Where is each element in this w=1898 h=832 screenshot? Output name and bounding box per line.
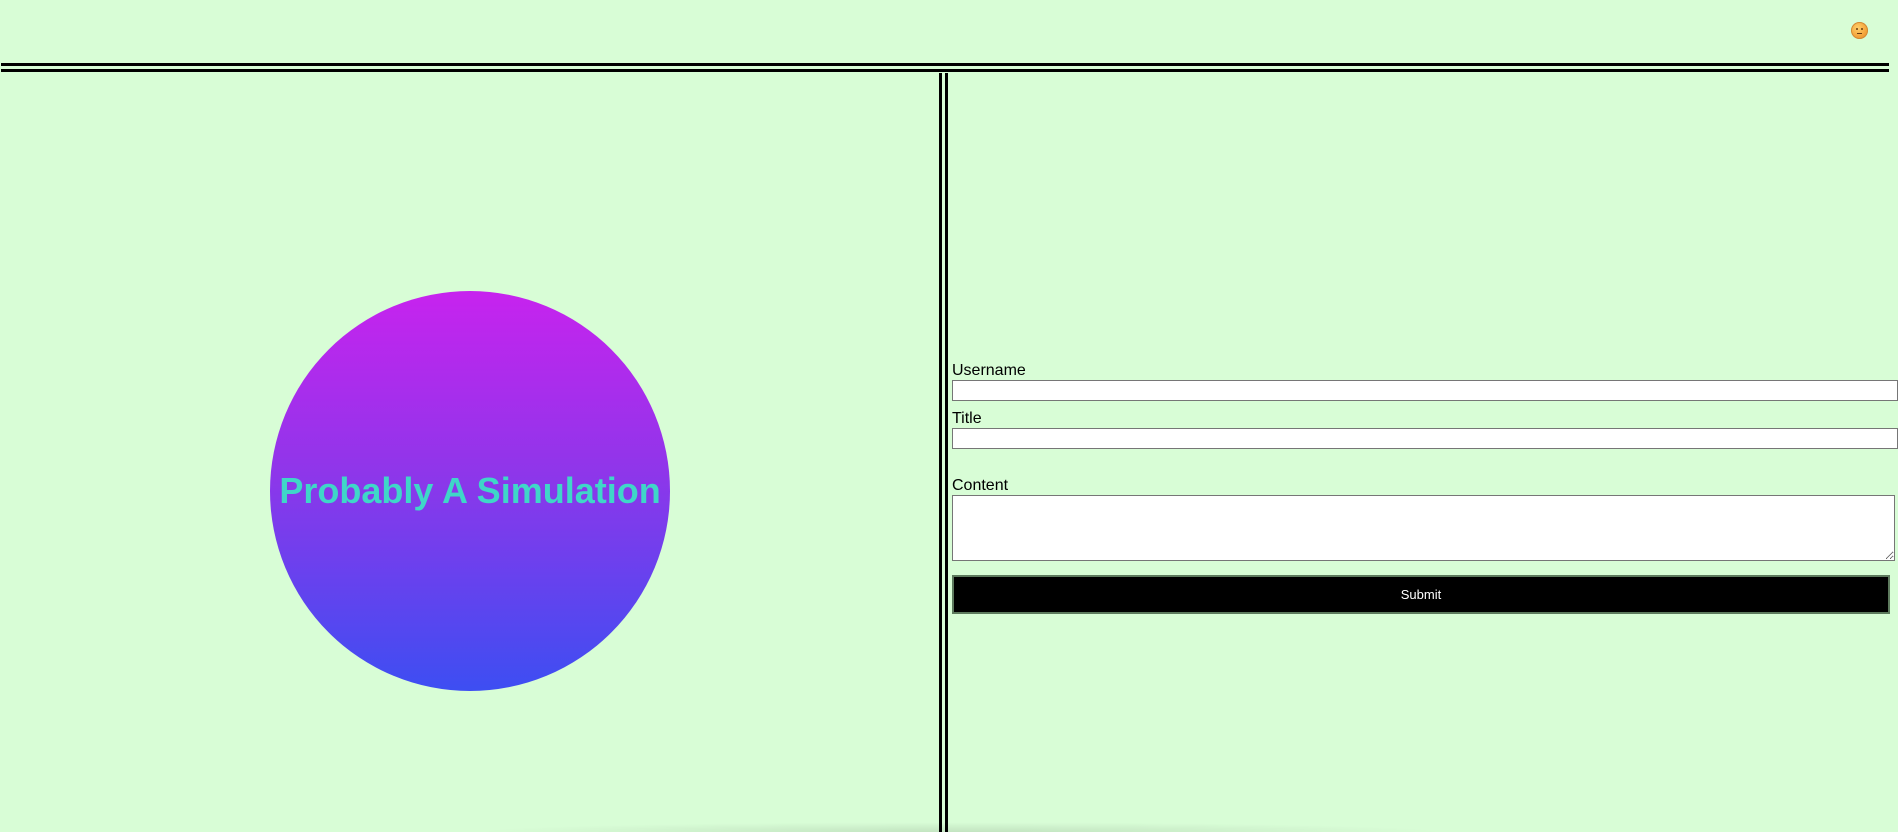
title-input[interactable]: [952, 428, 1898, 449]
username-input[interactable]: [952, 380, 1898, 401]
hero-title: Probably A Simulation: [279, 470, 661, 511]
username-label: Username: [952, 362, 1026, 379]
content-textarea[interactable]: [952, 495, 1895, 561]
header-divider: [1, 63, 1889, 72]
content-label: Content: [952, 477, 1009, 494]
vertical-divider: [939, 73, 948, 832]
submit-button[interactable]: Submit: [952, 575, 1890, 614]
emoji-left-eye: [1856, 28, 1858, 30]
post-form: Username Title Content Submit: [952, 361, 1898, 614]
title-label: Title: [952, 410, 982, 427]
header: [0, 0, 1898, 62]
left-pane: Probably A Simulation: [0, 73, 938, 832]
slightly-smiling-emoji-icon[interactable]: [1851, 22, 1868, 39]
emoji-mouth: [1857, 33, 1862, 34]
hero-circle: Probably A Simulation: [270, 291, 670, 691]
page: Probably A Simulation Username Title Con…: [0, 0, 1898, 832]
emoji-right-eye: [1861, 28, 1863, 30]
